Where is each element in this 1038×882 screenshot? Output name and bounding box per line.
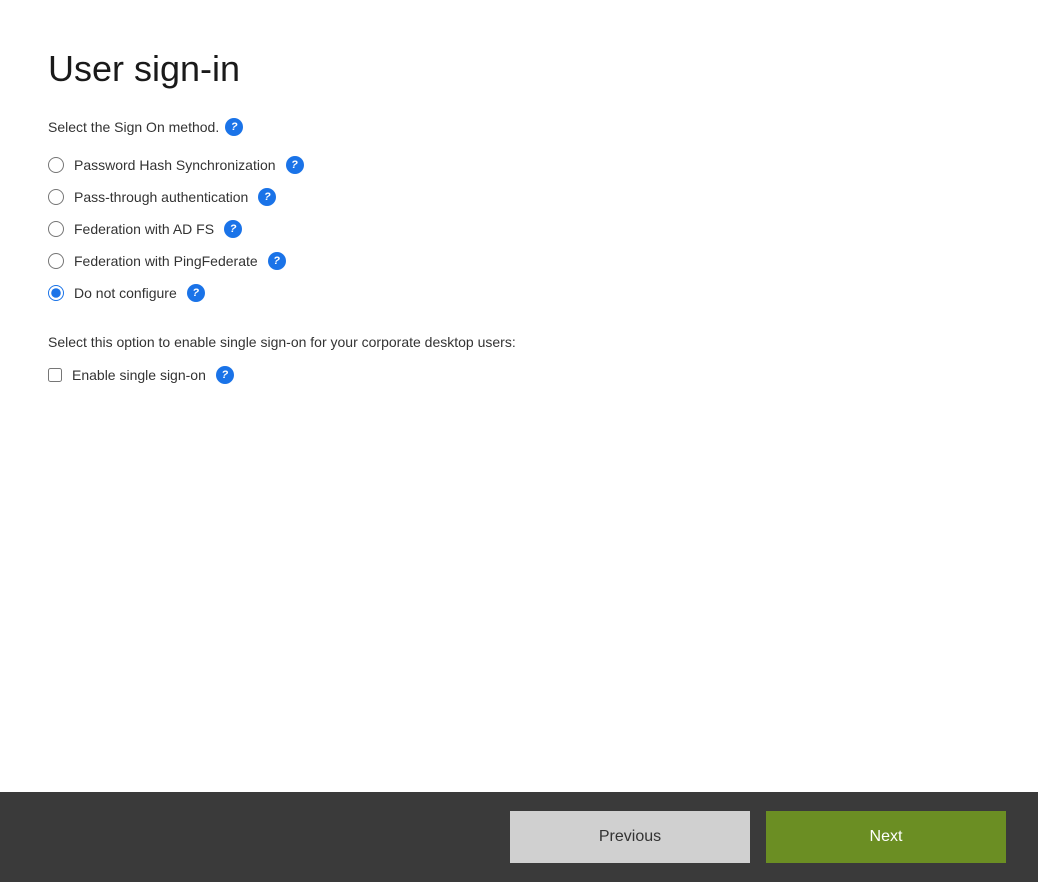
radio-pass-through[interactable]: [48, 189, 64, 205]
sso-section: Select this option to enable single sign…: [48, 334, 990, 384]
help-icon-sso[interactable]: ?: [216, 366, 234, 384]
help-icon-do-not-configure[interactable]: ?: [187, 284, 205, 302]
radio-password-hash[interactable]: [48, 157, 64, 173]
radio-item-pass-through[interactable]: Pass-through authentication ?: [48, 188, 990, 206]
radio-federation-adfs[interactable]: [48, 221, 64, 237]
radio-item-password-hash[interactable]: Password Hash Synchronization ?: [48, 156, 990, 174]
help-icon-password-hash[interactable]: ?: [286, 156, 304, 174]
sign-on-help-icon[interactable]: ?: [225, 118, 243, 136]
sign-on-radio-group: Password Hash Synchronization ? Pass-thr…: [48, 156, 990, 302]
radio-item-federation-adfs[interactable]: Federation with AD FS ?: [48, 220, 990, 238]
radio-federation-pingfederate[interactable]: [48, 253, 64, 269]
next-button[interactable]: Next: [766, 811, 1006, 863]
radio-item-do-not-configure[interactable]: Do not configure ?: [48, 284, 990, 302]
main-content: User sign-in Select the Sign On method. …: [0, 0, 1038, 792]
radio-do-not-configure[interactable]: [48, 285, 64, 301]
help-icon-pass-through[interactable]: ?: [258, 188, 276, 206]
help-icon-federation-adfs[interactable]: ?: [224, 220, 242, 238]
sso-checkbox[interactable]: [48, 368, 62, 382]
page-title: User sign-in: [48, 48, 990, 90]
radio-item-federation-pingfederate[interactable]: Federation with PingFederate ?: [48, 252, 990, 270]
help-icon-federation-pingfederate[interactable]: ?: [268, 252, 286, 270]
footer: Previous Next: [0, 792, 1038, 882]
previous-button[interactable]: Previous: [510, 811, 750, 863]
sso-description: Select this option to enable single sign…: [48, 334, 990, 350]
sso-checkbox-item[interactable]: Enable single sign-on ?: [48, 366, 990, 384]
sign-on-section-label: Select the Sign On method. ?: [48, 118, 990, 136]
